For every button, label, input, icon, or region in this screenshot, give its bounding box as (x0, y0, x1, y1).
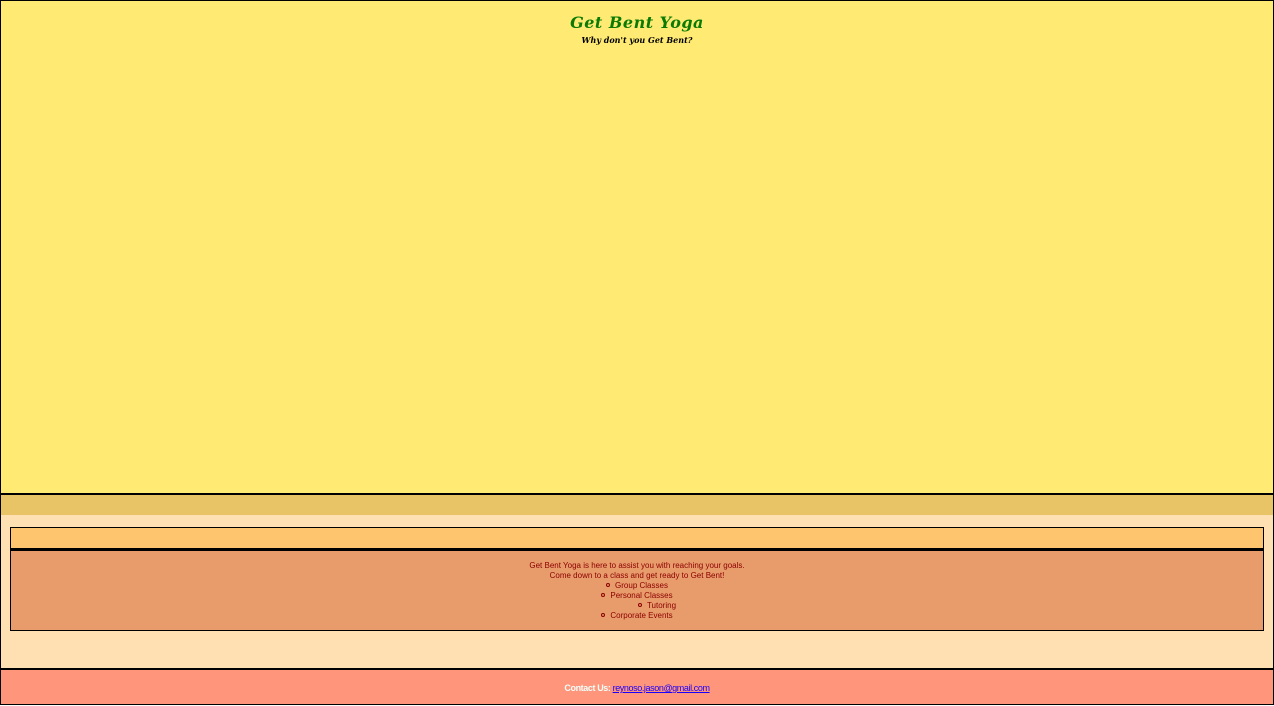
services-list: Group Classes Personal Classes Tutoring … (11, 581, 1263, 621)
list-item: Corporate Events (11, 611, 1263, 621)
intro-line: Come down to a class and get ready to Ge… (549, 571, 725, 580)
service-label: Personal Classes (610, 591, 673, 600)
service-label: Tutoring (646, 601, 677, 610)
site-tagline: Why don't you Get Bent? (581, 35, 693, 45)
list-item: Tutoring (11, 601, 1263, 611)
content-header (10, 527, 1264, 549)
list-item: Group Classes (11, 581, 1263, 591)
circle-bullet-icon (601, 593, 606, 597)
contact-email-link[interactable]: reynoso.jason@gmail.com (613, 683, 710, 693)
circle-bullet-icon (606, 583, 611, 587)
site-header: Get Bent Yoga Why don't you Get Bent? (0, 0, 1274, 495)
main-content: Get Bent Yoga is here to assist you with… (0, 515, 1274, 671)
site-footer: Contact Us: reynoso.jason@gmail.com (0, 668, 1274, 705)
circle-bullet-icon (601, 613, 606, 617)
service-label: Group Classes (615, 581, 668, 590)
contact-label: Contact Us: (564, 683, 611, 693)
circle-bullet-icon (637, 603, 642, 607)
nav-bar (0, 493, 1274, 517)
site-title: Get Bent Yoga (570, 13, 704, 32)
intro-line: Get Bent Yoga is here to assist you with… (529, 561, 745, 570)
service-label: Corporate Events (610, 611, 673, 620)
list-item: Personal Classes (11, 591, 1263, 601)
content-body: Get Bent Yoga is here to assist you with… (10, 549, 1264, 631)
